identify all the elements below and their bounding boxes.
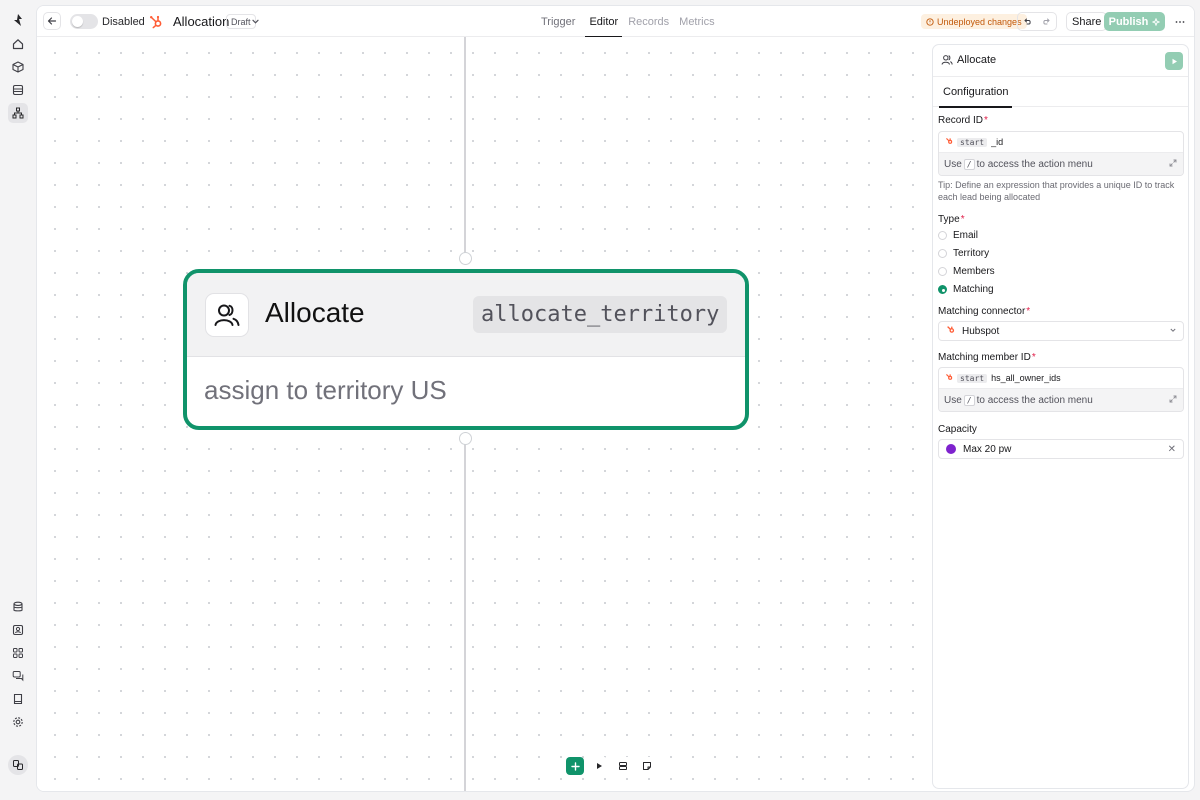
variable-chip[interactable]: start bbox=[957, 373, 988, 383]
hubspot-icon bbox=[149, 6, 163, 37]
chevron-down-icon bbox=[1169, 326, 1177, 337]
tab-records[interactable]: Records bbox=[624, 6, 673, 37]
record-id-label: Record ID* bbox=[938, 115, 988, 126]
record-id-tip: Tip: Define an expression that provides … bbox=[938, 180, 1175, 202]
tab-configuration[interactable]: Configuration bbox=[939, 77, 1013, 108]
run-step-button[interactable] bbox=[1165, 52, 1183, 70]
users-icon bbox=[205, 293, 249, 337]
view-tabs: Trigger Editor Records Metrics bbox=[537, 6, 719, 38]
matching-member-id-field[interactable]: start hs_all_owner_ids Use / to access the… bbox=[938, 367, 1184, 412]
capacity-value: Max 20 pw bbox=[963, 443, 1012, 455]
panel-tabs: Configuration bbox=[933, 77, 1188, 108]
matching-member-id-label: Matching member ID* bbox=[938, 352, 1036, 363]
edge-in bbox=[464, 37, 466, 253]
inbox-icon[interactable] bbox=[8, 80, 28, 100]
sticky-note-button[interactable] bbox=[638, 757, 656, 775]
record-id-field[interactable]: start _id Use / to access the action menu bbox=[938, 131, 1184, 176]
add-step-button[interactable] bbox=[566, 757, 584, 775]
home-icon[interactable] bbox=[8, 34, 28, 54]
tab-metrics[interactable]: Metrics bbox=[675, 6, 718, 37]
play-icon bbox=[597, 763, 602, 769]
app-logo-icon[interactable] bbox=[8, 10, 28, 30]
action-menu-hint: Use / to access the action menu bbox=[939, 388, 1183, 411]
input-handle[interactable] bbox=[459, 252, 472, 265]
workspace-switcher-icon[interactable] bbox=[8, 755, 28, 775]
users-icon bbox=[941, 54, 953, 69]
main-window: Disabled Allocation Draft Trigger Editor… bbox=[36, 5, 1195, 792]
play-icon bbox=[1172, 58, 1177, 64]
publish-button[interactable]: Publish bbox=[1104, 12, 1165, 31]
database-icon[interactable] bbox=[8, 597, 28, 617]
matching-connector-label: Matching connector* bbox=[938, 306, 1031, 317]
node-header: Allocate allocate_territory bbox=[187, 273, 745, 357]
layers-button[interactable] bbox=[614, 757, 632, 775]
more-options-icon[interactable] bbox=[1171, 12, 1189, 31]
variable-chip[interactable]: start bbox=[957, 137, 988, 147]
matching-connector-value: Hubspot bbox=[962, 325, 1000, 337]
type-label: Type* bbox=[938, 214, 965, 225]
canvas-toolbar bbox=[566, 757, 656, 775]
chat-icon[interactable] bbox=[8, 666, 28, 686]
hubspot-icon bbox=[946, 325, 955, 337]
capacity-dot bbox=[946, 444, 956, 454]
cube-icon[interactable] bbox=[8, 57, 28, 77]
panel-header: Allocate bbox=[933, 45, 1188, 77]
panel-title: Allocate bbox=[957, 54, 997, 66]
action-menu-hint: Use / to access the action menu bbox=[939, 152, 1183, 175]
tab-editor[interactable]: Editor bbox=[585, 6, 622, 38]
node-description: assign to territory US bbox=[204, 375, 447, 405]
plus-icon bbox=[570, 761, 580, 771]
type-option-email[interactable]: Email bbox=[938, 230, 978, 241]
layers-icon bbox=[619, 762, 627, 770]
back-button[interactable] bbox=[43, 12, 61, 30]
workflows-icon[interactable] bbox=[8, 103, 28, 123]
undeployed-label: Undeployed changes bbox=[937, 16, 1022, 27]
clear-icon[interactable]: ✕ bbox=[1168, 444, 1176, 455]
allocate-node[interactable]: Allocate allocate_territory assign to te… bbox=[183, 269, 749, 430]
type-option-members[interactable]: Members bbox=[938, 266, 995, 277]
expand-icon[interactable] bbox=[1169, 395, 1177, 406]
output-handle[interactable] bbox=[459, 432, 472, 445]
expand-icon[interactable] bbox=[1169, 159, 1177, 170]
tab-trigger[interactable]: Trigger bbox=[537, 6, 579, 37]
matching-member-id-value: hs_all_owner_ids bbox=[991, 373, 1061, 383]
undo-icon[interactable] bbox=[1023, 17, 1032, 26]
run-test-button[interactable] bbox=[590, 757, 608, 775]
arrow-left-icon bbox=[47, 17, 57, 25]
grid-icon[interactable] bbox=[8, 643, 28, 663]
node-key: allocate_territory bbox=[473, 296, 728, 333]
properties-panel: Allocate Configuration Record ID* start … bbox=[932, 44, 1189, 789]
capacity-label: Capacity bbox=[938, 424, 977, 435]
capacity-select[interactable]: Max 20 pw ✕ bbox=[938, 439, 1184, 459]
hubspot-icon bbox=[945, 373, 953, 383]
record-id-value: _id bbox=[991, 137, 1004, 147]
warning-icon bbox=[926, 17, 934, 26]
node-title: Allocate bbox=[265, 297, 365, 328]
matching-connector-select[interactable]: Hubspot bbox=[938, 321, 1184, 341]
undeployed-changes-badge[interactable]: Undeployed changes bbox=[921, 14, 1027, 29]
settings-icon[interactable] bbox=[8, 712, 28, 732]
edge-out bbox=[464, 444, 466, 791]
book-icon[interactable] bbox=[8, 689, 28, 709]
undo-redo-group bbox=[1017, 12, 1057, 31]
publish-label: Publish bbox=[1108, 15, 1149, 28]
hubspot-icon bbox=[945, 137, 953, 147]
chevron-down-icon[interactable] bbox=[251, 6, 260, 37]
enable-toggle[interactable] bbox=[70, 14, 98, 29]
type-option-matching[interactable]: Matching bbox=[938, 284, 994, 295]
sticky-note-icon bbox=[643, 762, 651, 770]
contacts-icon[interactable] bbox=[8, 620, 28, 640]
workflow-title[interactable]: Allocation bbox=[173, 6, 229, 37]
publish-icon bbox=[1152, 17, 1161, 26]
workflow-canvas[interactable]: Allocate allocate_territory assign to te… bbox=[37, 37, 931, 791]
toggle-label: Disabled bbox=[102, 15, 145, 28]
top-bar: Disabled Allocation Draft Trigger Editor… bbox=[37, 6, 1194, 38]
share-button[interactable]: Share bbox=[1066, 12, 1108, 31]
type-option-territory[interactable]: Territory bbox=[938, 248, 989, 259]
redo-icon[interactable] bbox=[1042, 17, 1051, 26]
left-rail bbox=[0, 0, 36, 800]
